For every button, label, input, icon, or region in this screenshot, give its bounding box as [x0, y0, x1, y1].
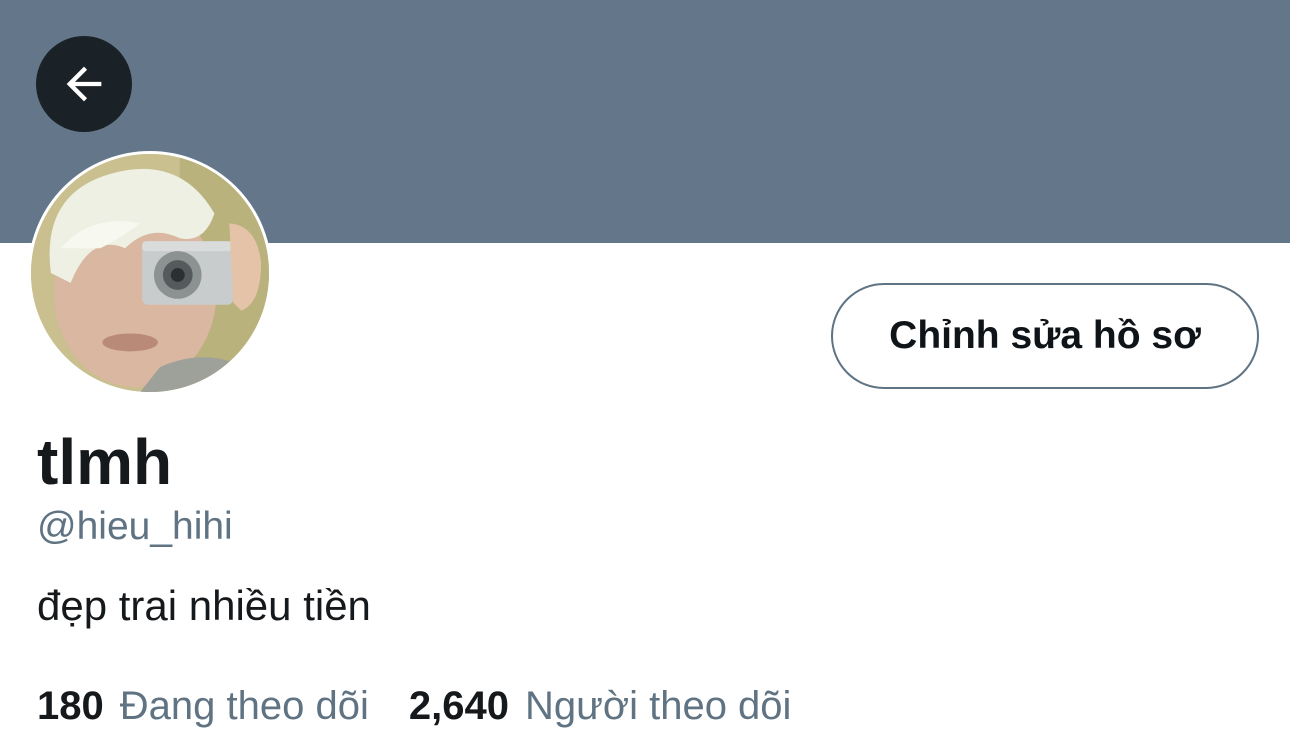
following-link[interactable]: 180 Đang theo dõi	[37, 683, 369, 729]
followers-count: 2,640	[408, 684, 509, 728]
arrow-left-icon	[66, 66, 102, 102]
followers-link[interactable]: 2,640 Người theo dõi	[409, 683, 792, 729]
following-label: Đang theo dõi	[119, 684, 369, 728]
edit-profile-button[interactable]: Chỉnh sửa hồ sơ	[831, 283, 1259, 389]
avatar-photo	[31, 154, 269, 392]
avatar[interactable]	[28, 151, 272, 395]
profile-page: Chỉnh sửa hồ sơ tlmh @hieu_hihi đẹp trai…	[0, 0, 1290, 745]
following-count: 180	[37, 684, 104, 728]
follow-stats: 180 Đang theo dõi 2,640 Người theo dõi	[37, 683, 791, 729]
back-button[interactable]	[36, 36, 132, 132]
username-handle: @hieu_hihi	[37, 505, 233, 548]
display-name: tlmh	[37, 426, 173, 498]
profile-bio: đẹp trai nhiều tiền	[37, 582, 371, 629]
followers-label: Người theo dõi	[524, 684, 792, 728]
